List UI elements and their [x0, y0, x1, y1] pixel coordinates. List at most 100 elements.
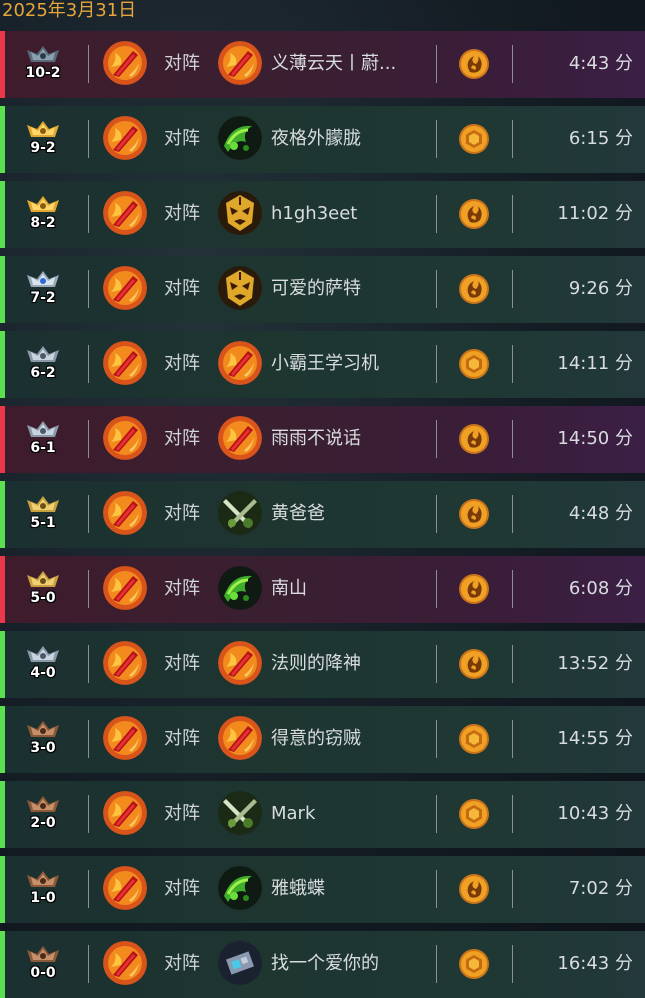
match-duration: 14:11 分: [557, 353, 633, 374]
match-row[interactable]: 5-1 对阵 黄爸爸 4:48 分: [0, 481, 645, 548]
rank-badge: 1-0: [21, 869, 65, 911]
opponent-name[interactable]: 可爱的萨特: [271, 278, 431, 300]
rank-badge: 0-0: [21, 944, 65, 986]
divider: [436, 345, 437, 383]
opponent-name[interactable]: 南山: [271, 578, 431, 600]
flame-coin-icon: [458, 273, 490, 305]
match-row[interactable]: 2-0 对阵 Mark 10:43 分: [0, 781, 645, 848]
fire-feather-avatar-icon[interactable]: [218, 341, 262, 385]
divider: [88, 870, 89, 908]
match-duration: 14:50 分: [557, 428, 633, 449]
opponent-name[interactable]: 雅蛾蝶: [271, 878, 431, 900]
match-mode-label: 对阵: [164, 653, 200, 674]
match-row[interactable]: 7-2 对阵 可爱的萨特 9:26 分: [0, 256, 645, 323]
rank-badge: 2-0: [21, 794, 65, 836]
opponent-name[interactable]: 义薄云天丨蔚...: [271, 53, 431, 75]
divider: [512, 345, 513, 383]
divider: [436, 795, 437, 833]
divider: [436, 720, 437, 758]
green-void-avatar-icon[interactable]: [218, 866, 262, 910]
rank-record: 2-0: [30, 815, 56, 831]
hex-coin-icon: [458, 123, 490, 155]
rank-record: 6-2: [30, 365, 56, 381]
match-row[interactable]: 6-1 对阵 雨雨不说话 14:50 分: [0, 406, 645, 473]
rank-badge: 6-1: [21, 419, 65, 461]
fire-feather-avatar-icon[interactable]: [218, 41, 262, 85]
player-avatar-icon: [103, 941, 147, 985]
opponent-name[interactable]: 得意的窃贼: [271, 728, 431, 750]
rank-record: 10-2: [25, 65, 61, 81]
rank-record: 7-2: [30, 290, 56, 306]
opponent-name[interactable]: 找一个爱你的: [271, 953, 431, 975]
rank-badge: 4-0: [21, 644, 65, 686]
divider: [88, 195, 89, 233]
player-avatar-icon: [103, 41, 147, 85]
divider: [436, 195, 437, 233]
flame-coin-icon: [458, 48, 490, 80]
opponent-name[interactable]: 雨雨不说话: [271, 428, 431, 450]
match-duration: 13:52 分: [557, 653, 633, 674]
fire-feather-avatar-icon[interactable]: [218, 716, 262, 760]
match-mode-label: 对阵: [164, 428, 200, 449]
divider: [436, 45, 437, 83]
match-mode-label: 对阵: [164, 878, 200, 899]
opponent-name[interactable]: 夜格外朦胧: [271, 128, 431, 150]
match-row[interactable]: 10-2 对阵 义薄云天丨蔚... 4:43 分: [0, 31, 645, 98]
player-avatar-icon: [103, 566, 147, 610]
rank-record: 3-0: [30, 740, 56, 756]
match-mode-label: 对阵: [164, 578, 200, 599]
match-row[interactable]: 9-2 对阵 夜格外朦胧 6:15 分: [0, 106, 645, 173]
match-row[interactable]: 3-0 对阵 得意的窃贼 14:55 分: [0, 706, 645, 773]
opponent-name[interactable]: Mark: [271, 803, 431, 825]
green-void-avatar-icon[interactable]: [218, 116, 262, 160]
shaman-mask-avatar-icon[interactable]: [218, 266, 262, 310]
match-row[interactable]: 1-0 对阵 雅蛾蝶 7:02 分: [0, 856, 645, 923]
flame-coin-icon: [458, 423, 490, 455]
rank-record: 8-2: [30, 215, 56, 231]
swords-avatar-icon[interactable]: [218, 491, 262, 535]
divider: [512, 645, 513, 683]
divider: [512, 120, 513, 158]
player-avatar-icon: [103, 491, 147, 535]
match-mode-label: 对阵: [164, 128, 200, 149]
match-mode-label: 对阵: [164, 803, 200, 824]
divider: [88, 945, 89, 983]
match-row[interactable]: 6-2 对阵 小霸王学习机 14:11 分: [0, 331, 645, 398]
match-row[interactable]: 4-0 对阵 法则的降神 13:52 分: [0, 631, 645, 698]
rank-record: 5-1: [30, 515, 56, 531]
match-duration: 7:02 分: [568, 878, 633, 899]
hex-coin-icon: [458, 798, 490, 830]
match-row[interactable]: 8-2 对阵 h1gh3eet 11:02 分: [0, 181, 645, 248]
divider: [512, 870, 513, 908]
divider: [512, 795, 513, 833]
match-mode-label: 对阵: [164, 53, 200, 74]
match-row[interactable]: 0-0 对阵 找一个爱你的 16:43 分: [0, 931, 645, 998]
flame-coin-icon: [458, 198, 490, 230]
flame-coin-icon: [458, 648, 490, 680]
divider: [88, 645, 89, 683]
divider: [88, 495, 89, 533]
divider: [436, 420, 437, 458]
player-avatar-icon: [103, 341, 147, 385]
match-duration: 10:43 分: [557, 803, 633, 824]
match-mode-label: 对阵: [164, 278, 200, 299]
opponent-name[interactable]: h1gh3eet: [271, 203, 431, 225]
rank-badge: 8-2: [21, 194, 65, 236]
match-mode-label: 对阵: [164, 353, 200, 374]
rank-badge: 7-2: [21, 269, 65, 311]
opponent-name[interactable]: 小霸王学习机: [271, 353, 431, 375]
opponent-name[interactable]: 黄爸爸: [271, 503, 431, 525]
date-header: 2025年3月31日: [2, 0, 137, 21]
fire-feather-avatar-icon[interactable]: [218, 416, 262, 460]
fire-feather-avatar-icon[interactable]: [218, 641, 262, 685]
swords-avatar-icon[interactable]: [218, 791, 262, 835]
rank-record: 9-2: [30, 140, 56, 156]
divider: [88, 720, 89, 758]
mech-avatar-icon[interactable]: [218, 941, 262, 985]
shaman-mask-avatar-icon[interactable]: [218, 191, 262, 235]
match-row[interactable]: 5-0 对阵 南山 6:08 分: [0, 556, 645, 623]
green-void-avatar-icon[interactable]: [218, 566, 262, 610]
hex-coin-icon: [458, 348, 490, 380]
rank-badge: 6-2: [21, 344, 65, 386]
opponent-name[interactable]: 法则的降神: [271, 653, 431, 675]
